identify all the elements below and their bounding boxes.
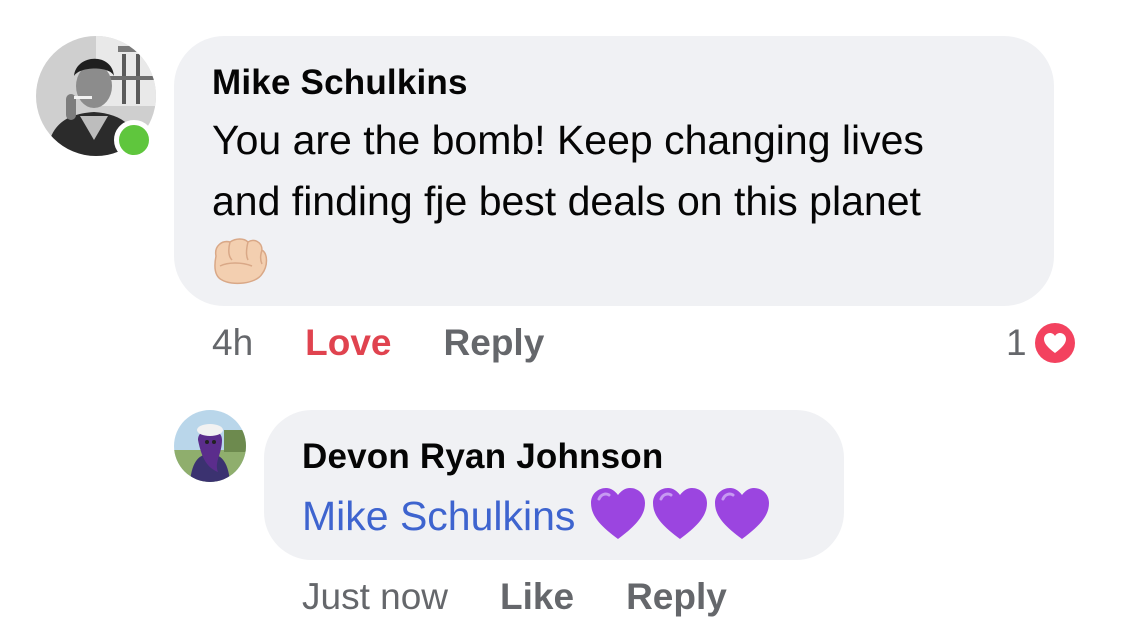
reply-timestamp[interactable]: Just now — [302, 576, 448, 618]
comment-thread: Mike Schulkins You are the bomb! Keep ch… — [0, 0, 1125, 639]
love-reaction-icon — [1034, 323, 1075, 363]
comment-author[interactable]: Mike Schulkins — [212, 62, 1018, 104]
online-status-indicator — [114, 120, 154, 160]
comment-timestamp[interactable]: 4h — [212, 322, 253, 364]
oncoming-fist-emoji — [212, 236, 268, 291]
comment-text: You are the bomb! Keep changing lives an… — [212, 117, 924, 224]
reply-avatar[interactable] — [174, 410, 246, 482]
reaction-summary[interactable]: 1 — [1006, 320, 1077, 366]
reply-bubble: Devon Ryan Johnson Mike Schulkins — [264, 410, 844, 560]
comment-bubble: Mike Schulkins You are the bomb! Keep ch… — [174, 36, 1054, 306]
mention-link[interactable]: Mike Schulkins — [302, 493, 575, 540]
like-button[interactable]: Like — [500, 576, 574, 618]
reply-button[interactable]: Reply — [626, 576, 727, 618]
love-reaction-button[interactable]: Love — [305, 322, 391, 364]
reply-author[interactable]: Devon Ryan Johnson — [302, 436, 808, 478]
comment-actions: 4h Love Reply — [212, 320, 544, 366]
reply-actions: Just now Like Reply — [302, 574, 727, 620]
reply-button[interactable]: Reply — [444, 322, 545, 364]
purple-heart-emoji — [713, 487, 771, 546]
reaction-count: 1 — [1006, 322, 1027, 363]
purple-heart-emoji — [589, 487, 647, 546]
purple-heart-emoji — [651, 487, 709, 546]
